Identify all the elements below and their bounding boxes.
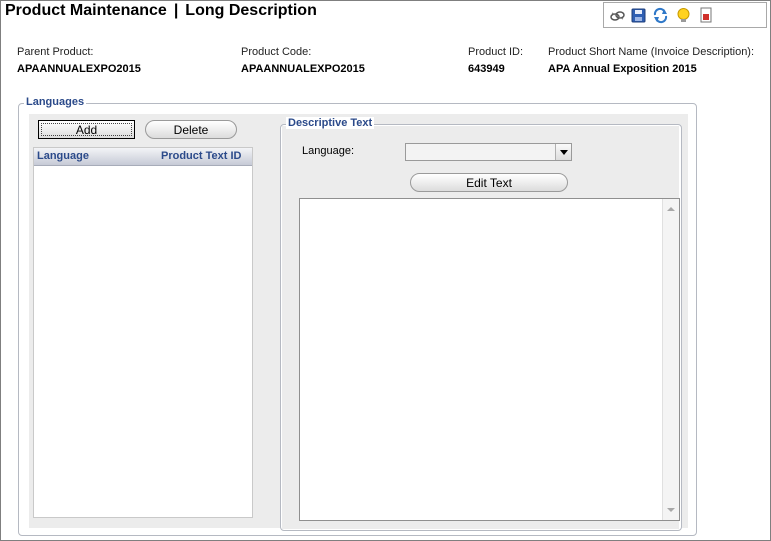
edit-text-button[interactable]: Edit Text <box>410 173 568 192</box>
product-code-value: APAANNUALEXPO2015 <box>241 63 365 75</box>
title-separator: | <box>173 2 179 19</box>
column-header-product-text-id[interactable]: Product Text ID <box>161 150 241 162</box>
column-header-language[interactable]: Language <box>37 150 89 162</box>
add-button[interactable]: Add <box>38 120 135 139</box>
short-name-label: Product Short Name (Invoice Description)… <box>548 46 755 58</box>
save-icon[interactable] <box>630 7 647 24</box>
page-title: Product Maintenance | Long Description <box>5 2 317 20</box>
parent-product-label: Parent Product: <box>17 46 94 58</box>
help-bulb-icon[interactable] <box>675 7 692 24</box>
languages-legend: Languages <box>24 96 87 108</box>
product-id-value: 643949 <box>468 63 505 75</box>
scroll-up-icon[interactable] <box>667 207 675 211</box>
descriptive-text-legend: Descriptive Text <box>286 117 375 129</box>
delete-button[interactable]: Delete <box>145 120 237 139</box>
report-icon[interactable] <box>698 7 715 24</box>
page-title-sub: Long Description <box>185 2 317 19</box>
focus-ring <box>41 123 132 136</box>
delete-button-label: Delete <box>173 123 209 137</box>
language-select[interactable] <box>405 143 572 161</box>
toolbar <box>603 2 767 28</box>
chevron-down-icon[interactable] <box>555 144 571 160</box>
product-code-label: Product Code: <box>241 46 312 58</box>
view-icon[interactable] <box>609 7 626 24</box>
edit-text-button-label: Edit Text <box>466 176 512 190</box>
scroll-down-icon[interactable] <box>667 508 675 512</box>
vertical-scrollbar[interactable] <box>662 199 679 520</box>
short-name-value: APA Annual Exposition 2015 <box>548 63 697 75</box>
language-label: Language: <box>302 145 354 157</box>
page-title-main: Product Maintenance <box>5 2 167 19</box>
parent-product-value: APAANNUALEXPO2015 <box>17 63 141 75</box>
descriptive-text-area[interactable] <box>299 198 680 521</box>
languages-grid[interactable]: Language Product Text ID <box>33 147 253 518</box>
refresh-icon[interactable] <box>652 7 669 24</box>
grid-header: Language Product Text ID <box>34 148 252 166</box>
product-id-label: Product ID: <box>468 46 524 58</box>
